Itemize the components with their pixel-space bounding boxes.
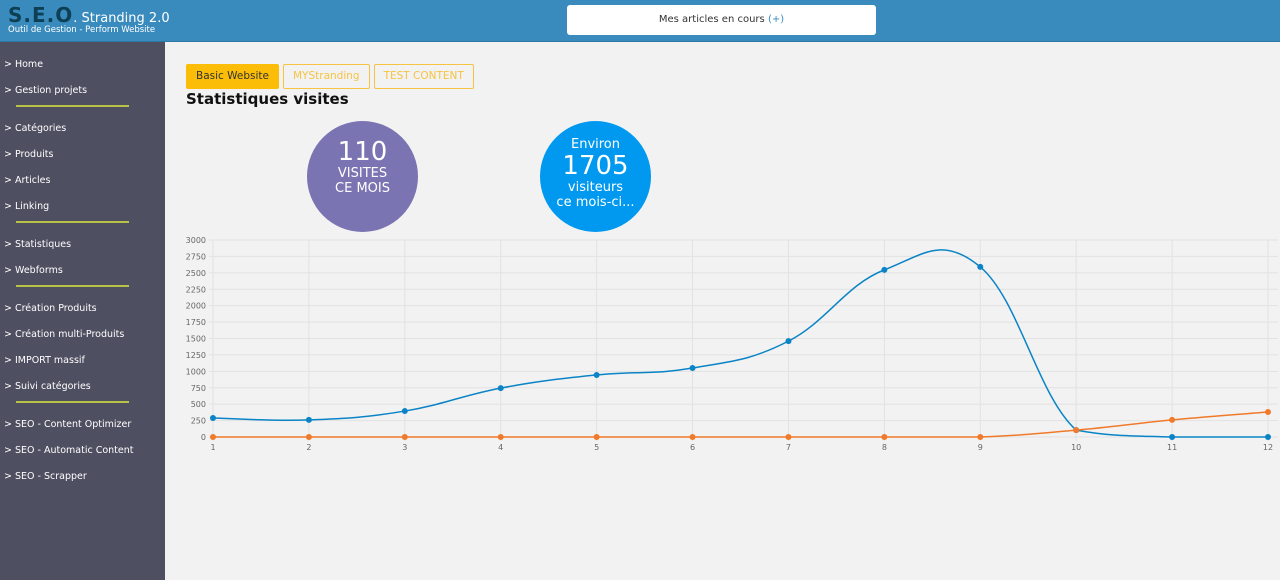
series-1-point: [689, 365, 696, 372]
tab-test-content[interactable]: TEST CONTENT: [373, 64, 474, 89]
sidebar-item[interactable]: > Linking: [4, 201, 49, 212]
sidebar-item[interactable]: > Articles: [4, 175, 50, 186]
series-1-point: [881, 266, 888, 273]
y-tick-label: 1000: [186, 367, 206, 376]
logo[interactable]: S.E.O. Stranding 2.0 Outil de Gestion - …: [8, 3, 170, 35]
y-tick-label: 2750: [186, 252, 206, 261]
series-2-point: [401, 434, 408, 440]
series-2-point: [1169, 416, 1176, 423]
series-2-point: [785, 434, 792, 440]
series-1-point: [305, 416, 312, 423]
series-1-point: [1169, 434, 1176, 440]
sidebar-item[interactable]: > SEO - Automatic Content: [4, 445, 133, 456]
plus-icon: (+): [767, 14, 785, 25]
monthly-visits-stat: 110 VISITES CE MOIS: [307, 121, 418, 232]
visits-value: 110: [337, 137, 388, 167]
y-tick-label: 2500: [186, 269, 206, 278]
sidebar-item[interactable]: > SEO - Content Optimizer: [4, 419, 131, 430]
visits-label-2: CE MOIS: [335, 181, 390, 196]
sidebar-item[interactable]: > SEO - Scrapper: [4, 471, 87, 482]
series-1-point: [1265, 434, 1271, 440]
visitors-label-2: ce mois-ci...: [556, 195, 635, 210]
sidebar-divider: [16, 105, 129, 107]
series-1-point: [593, 371, 600, 378]
logo-subtitle: Outil de Gestion - Perform Website: [8, 25, 156, 35]
y-tick-label: 1250: [186, 351, 206, 360]
series-2-point: [977, 434, 984, 440]
project-tabs: Basic Website MYStranding TEST CONTENT: [186, 64, 474, 89]
y-tick-label: 1750: [186, 318, 206, 327]
x-tick-label: 2: [306, 443, 311, 452]
y-tick-label: 0: [201, 433, 206, 442]
series-2-point: [497, 434, 504, 440]
sidebar-divider: [16, 401, 129, 403]
y-tick-label: 250: [191, 417, 206, 426]
x-tick-label: 10: [1071, 443, 1081, 452]
top-header: S.E.O. Stranding 2.0 Outil de Gestion - …: [0, 0, 1280, 42]
x-tick-label: 7: [786, 443, 791, 452]
sidebar-divider: [16, 285, 129, 287]
series-2-point: [1265, 409, 1271, 416]
y-tick-label: 1500: [186, 335, 206, 344]
x-tick-label: 9: [978, 443, 983, 452]
page-title: Statistiques visites: [186, 90, 349, 108]
y-tick-label: 500: [191, 400, 206, 409]
series-2-point: [689, 434, 696, 440]
series-2-point: [881, 434, 888, 440]
visits-label-1: VISITES: [337, 166, 388, 181]
sidebar-item[interactable]: > Création Produits: [4, 303, 97, 314]
x-tick-label: 6: [690, 443, 695, 452]
visitors-value: 1705: [562, 151, 629, 181]
sidebar: > Home > Gestion projets > Catégories > Pro…: [0, 42, 165, 580]
sidebar-item[interactable]: > Statistiques: [4, 239, 71, 250]
sidebar-item[interactable]: > Création multi-Produits: [4, 329, 124, 340]
sidebar-item[interactable]: > Suivi catégories: [4, 381, 91, 392]
series-1-point: [401, 408, 408, 415]
series-2-point: [305, 434, 312, 440]
series-1-point: [977, 263, 984, 270]
my-articles-label: Mes articles en cours: [658, 14, 765, 25]
visits-line-chart: 0250500750100012501500175020002250250027…: [186, 236, 1278, 452]
sidebar-item[interactable]: > IMPORT massif: [4, 355, 85, 366]
sidebar-item[interactable]: > Catégories: [4, 123, 66, 134]
x-tick-label: 12: [1263, 443, 1273, 452]
series-2-point: [593, 434, 600, 440]
sidebar-item[interactable]: > Gestion projets: [4, 85, 87, 96]
series-2-point: [210, 434, 216, 440]
sidebar-item[interactable]: > Produits: [4, 149, 53, 160]
y-tick-label: 3000: [186, 236, 206, 245]
x-tick-label: 8: [882, 443, 887, 452]
series-1-point: [210, 414, 216, 421]
logo-seo: S.E.O: [8, 3, 74, 27]
visitors-label-1: visiteurs: [567, 180, 624, 195]
y-tick-label: 2000: [186, 302, 206, 311]
sidebar-divider: [16, 221, 129, 223]
visitors-prefix: Environ: [570, 137, 620, 152]
series-1-point: [785, 338, 792, 345]
x-tick-label: 11: [1167, 443, 1177, 452]
x-tick-label: 4: [498, 443, 503, 452]
y-tick-label: 750: [191, 384, 206, 393]
x-tick-label: 3: [402, 443, 407, 452]
tab-basic-website[interactable]: Basic Website: [186, 64, 279, 89]
my-articles-button[interactable]: Mes articles en cours (+): [567, 5, 876, 35]
series-1-line: [212, 249, 1268, 438]
series-1-point: [497, 385, 504, 392]
sidebar-item[interactable]: > Home: [4, 59, 43, 70]
series-2-point: [1073, 427, 1080, 434]
sidebar-item[interactable]: > Webforms: [4, 265, 63, 276]
tab-mystranding[interactable]: MYStranding: [283, 64, 370, 89]
monthly-visitors-stat: Environ 1705 visiteurs ce mois-ci...: [540, 121, 651, 232]
logo-app-name: . Stranding 2.0: [73, 11, 170, 26]
y-tick-label: 2250: [186, 285, 206, 294]
x-tick-label: 5: [594, 443, 599, 452]
x-tick-label: 1: [210, 443, 215, 452]
